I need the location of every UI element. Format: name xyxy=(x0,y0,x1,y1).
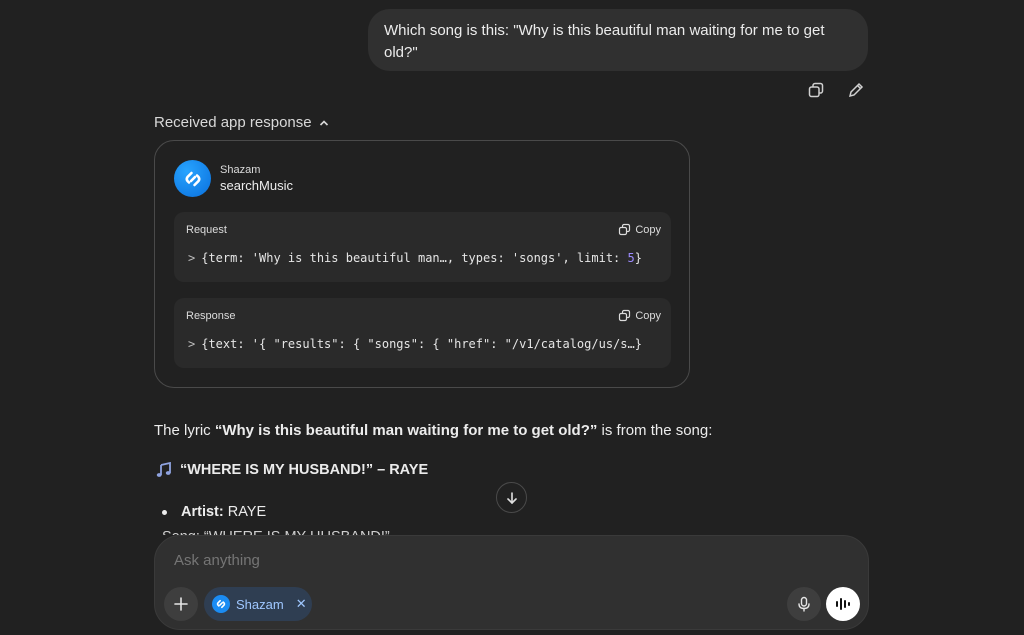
copy-response-button[interactable]: Copy xyxy=(618,309,661,322)
add-attachment-button[interactable] xyxy=(164,587,198,621)
user-message-bubble: Which song is this: "Why is this beautif… xyxy=(368,9,868,71)
microphone-icon xyxy=(798,596,810,612)
copy-icon xyxy=(808,82,824,98)
response-label: Response xyxy=(186,310,236,322)
composer: Shazam ✕ xyxy=(154,535,869,630)
copy-request-button[interactable]: Copy xyxy=(618,223,661,236)
message-actions xyxy=(805,79,867,101)
app-response-toggle[interactable]: Received app response xyxy=(154,114,330,131)
shazam-logo-icon xyxy=(212,595,230,613)
waveform-icon xyxy=(836,598,850,610)
chevron-up-icon xyxy=(319,119,328,126)
shazam-app-chip[interactable]: Shazam ✕ xyxy=(204,587,312,621)
artist-value: RAYE xyxy=(223,504,267,520)
response-code[interactable]: > {text: '{ "results": { "songs": { "href… xyxy=(188,337,642,351)
app-response-card: Shazam searchMusic Request Copy > {term: … xyxy=(154,140,690,388)
song-title: “WHERE IS MY HUSBAND!” – RAYE xyxy=(180,462,429,478)
plus-icon xyxy=(174,597,188,611)
response-box: Response Copy > {text: '{ "results": { "s… xyxy=(174,298,671,368)
answer-intro: The lyric “Why is this beautiful man wai… xyxy=(154,422,712,439)
voice-mode-button[interactable] xyxy=(826,587,860,621)
app-function-name: searchMusic xyxy=(220,178,293,193)
copy-message-button[interactable] xyxy=(805,79,827,101)
chevron-right-icon: > xyxy=(188,337,196,351)
bullet-dot xyxy=(162,509,167,515)
answer-intro-after: is from the song: xyxy=(597,422,713,439)
app-name: Shazam xyxy=(220,164,261,176)
music-note-icon xyxy=(156,462,171,477)
request-code-number: 5 xyxy=(627,251,635,265)
request-code[interactable]: > {term: 'Why is this beautiful man…, typ… xyxy=(188,251,642,265)
pencil-icon xyxy=(848,82,864,98)
chevron-right-icon: > xyxy=(188,251,196,265)
scroll-to-bottom-button[interactable] xyxy=(496,482,527,513)
shazam-logo-icon xyxy=(174,160,211,197)
copy-response-label: Copy xyxy=(635,309,661,322)
prompt-input[interactable] xyxy=(174,552,774,569)
artist-bullet: Artist: RAYE xyxy=(162,504,266,520)
artist-label: Artist: xyxy=(181,504,224,520)
copy-request-label: Copy xyxy=(635,223,661,236)
answer-lyric: “Why is this beautiful man waiting for m… xyxy=(214,422,598,439)
app-header: Shazam searchMusic xyxy=(174,160,293,197)
close-icon[interactable]: ✕ xyxy=(296,596,307,612)
request-code-prefix: {term: 'Why is this beautiful man…, type… xyxy=(201,251,628,265)
copy-icon xyxy=(619,309,631,322)
app-response-toggle-label: Received app response xyxy=(154,114,312,131)
chip-label: Shazam xyxy=(236,596,284,612)
dictate-button[interactable] xyxy=(787,587,821,621)
request-code-suffix: } xyxy=(634,251,642,265)
request-label: Request xyxy=(186,224,227,236)
chat-page: Which song is this: "Why is this beautif… xyxy=(0,0,1024,635)
answer-intro-before: The lyric xyxy=(154,422,215,439)
request-box: Request Copy > {term: 'Why is this beauti… xyxy=(174,212,671,282)
edit-message-button[interactable] xyxy=(845,79,867,101)
copy-icon xyxy=(619,223,631,236)
response-code-text: {text: '{ "results": { "songs": { "href"… xyxy=(201,337,642,351)
song-title-line: “WHERE IS MY HUSBAND!” – RAYE xyxy=(156,462,428,478)
arrow-down-icon xyxy=(506,491,517,504)
